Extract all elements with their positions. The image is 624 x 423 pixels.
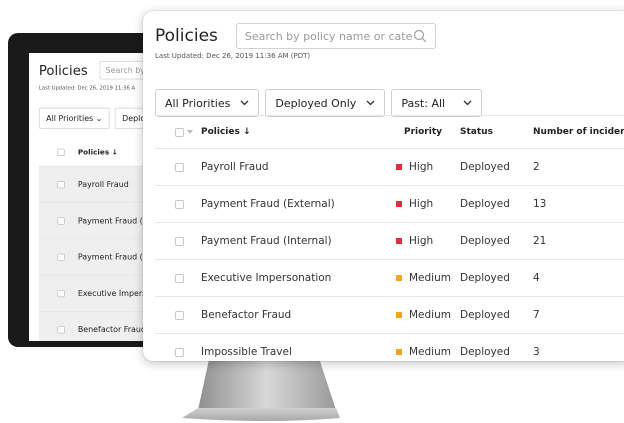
table-row[interactable]: Impossible Travel Medium Deployed 3 [155,333,624,361]
priority-filter-dropdown[interactable]: All Priorities [155,89,260,117]
time-filter-dropdown[interactable]: Past: All [391,89,483,117]
priority-cell: High [396,198,460,210]
row-checkbox[interactable] [175,347,184,357]
chevron-down-icon [366,100,375,106]
priority-indicator-icon [396,312,402,318]
last-updated: Last Updated: Dec 26, 2019 11:36 AM (PDT… [155,52,311,60]
incident-count: 3 [533,346,540,358]
priority-cell: High [396,235,460,247]
policy-name[interactable]: Impossible Travel [201,346,396,358]
priority-cell: High [396,161,460,173]
chevron-down-icon [240,100,249,106]
incident-count: 2 [533,161,540,173]
row-checkbox[interactable] [175,199,184,209]
policies-table: Policies ↓ Priority Status Number of inc… [155,115,624,361]
policy-name[interactable]: Executive Impersonation [201,272,396,284]
status-cell: Deployed [460,309,510,321]
table-row[interactable]: Executive Impersonation Medium Deployed 4 [155,259,624,296]
chevron-down-icon [463,100,472,106]
table-row[interactable]: Benefactor Fraud Medium Deployed 7 [155,296,624,333]
search-input[interactable]: Search by policy name or category [235,23,436,49]
status-cell: Deployed [460,198,510,210]
priority-indicator-icon [396,349,402,355]
select-all-checkbox[interactable] [175,127,184,137]
status-filter-dropdown[interactable]: Deployed Only [265,89,386,117]
table-row[interactable]: Payroll Fraud High Deployed 2 [155,148,624,185]
caret-down-icon[interactable] [187,130,193,134]
policy-name[interactable]: Benefactor Fraud [201,309,396,321]
priority-cell: Medium [396,346,460,358]
status-cell: Deployed [460,161,510,173]
header-status[interactable]: Status [460,127,533,137]
row-checkbox[interactable] [175,236,184,246]
search-placeholder: Search by policy name or category [244,29,413,43]
incident-count: 21 [533,235,547,247]
row-checkbox[interactable] [175,162,184,172]
status-cell: Deployed [460,346,510,358]
status-cell: Deployed [460,235,510,247]
page-title: Policies [155,26,218,46]
priority-indicator-icon [396,164,402,170]
header-incidents[interactable]: Number of incidents [533,127,624,137]
search-icon[interactable] [413,29,427,43]
status-cell: Deployed [460,272,510,284]
policy-name[interactable]: Payment Fraud (External) [201,198,396,210]
incident-count: 4 [533,272,540,284]
priority-cell: Medium [396,272,460,284]
priority-indicator-icon [396,201,402,207]
header-priority[interactable]: Priority [396,127,460,137]
table-row[interactable]: Payment Fraud (External) High Deployed 13 [155,185,624,222]
priority-indicator-icon [396,238,402,244]
header-policies[interactable]: Policies ↓ [201,127,396,137]
table-row[interactable]: Payment Fraud (Internal) High Deployed 21 [155,222,624,259]
monitor-screen: Policies Search by policy name or catego… [143,11,624,361]
priority-indicator-icon [396,275,402,281]
incident-count: 7 [533,309,540,321]
row-checkbox[interactable] [175,310,184,320]
incident-count: 13 [533,198,547,210]
row-checkbox[interactable] [175,273,184,283]
priority-cell: Medium [396,309,460,321]
policy-name[interactable]: Payroll Fraud [201,161,396,173]
table-header: Policies ↓ Priority Status Number of inc… [155,116,624,148]
policy-name[interactable]: Payment Fraud (Internal) [201,235,396,247]
